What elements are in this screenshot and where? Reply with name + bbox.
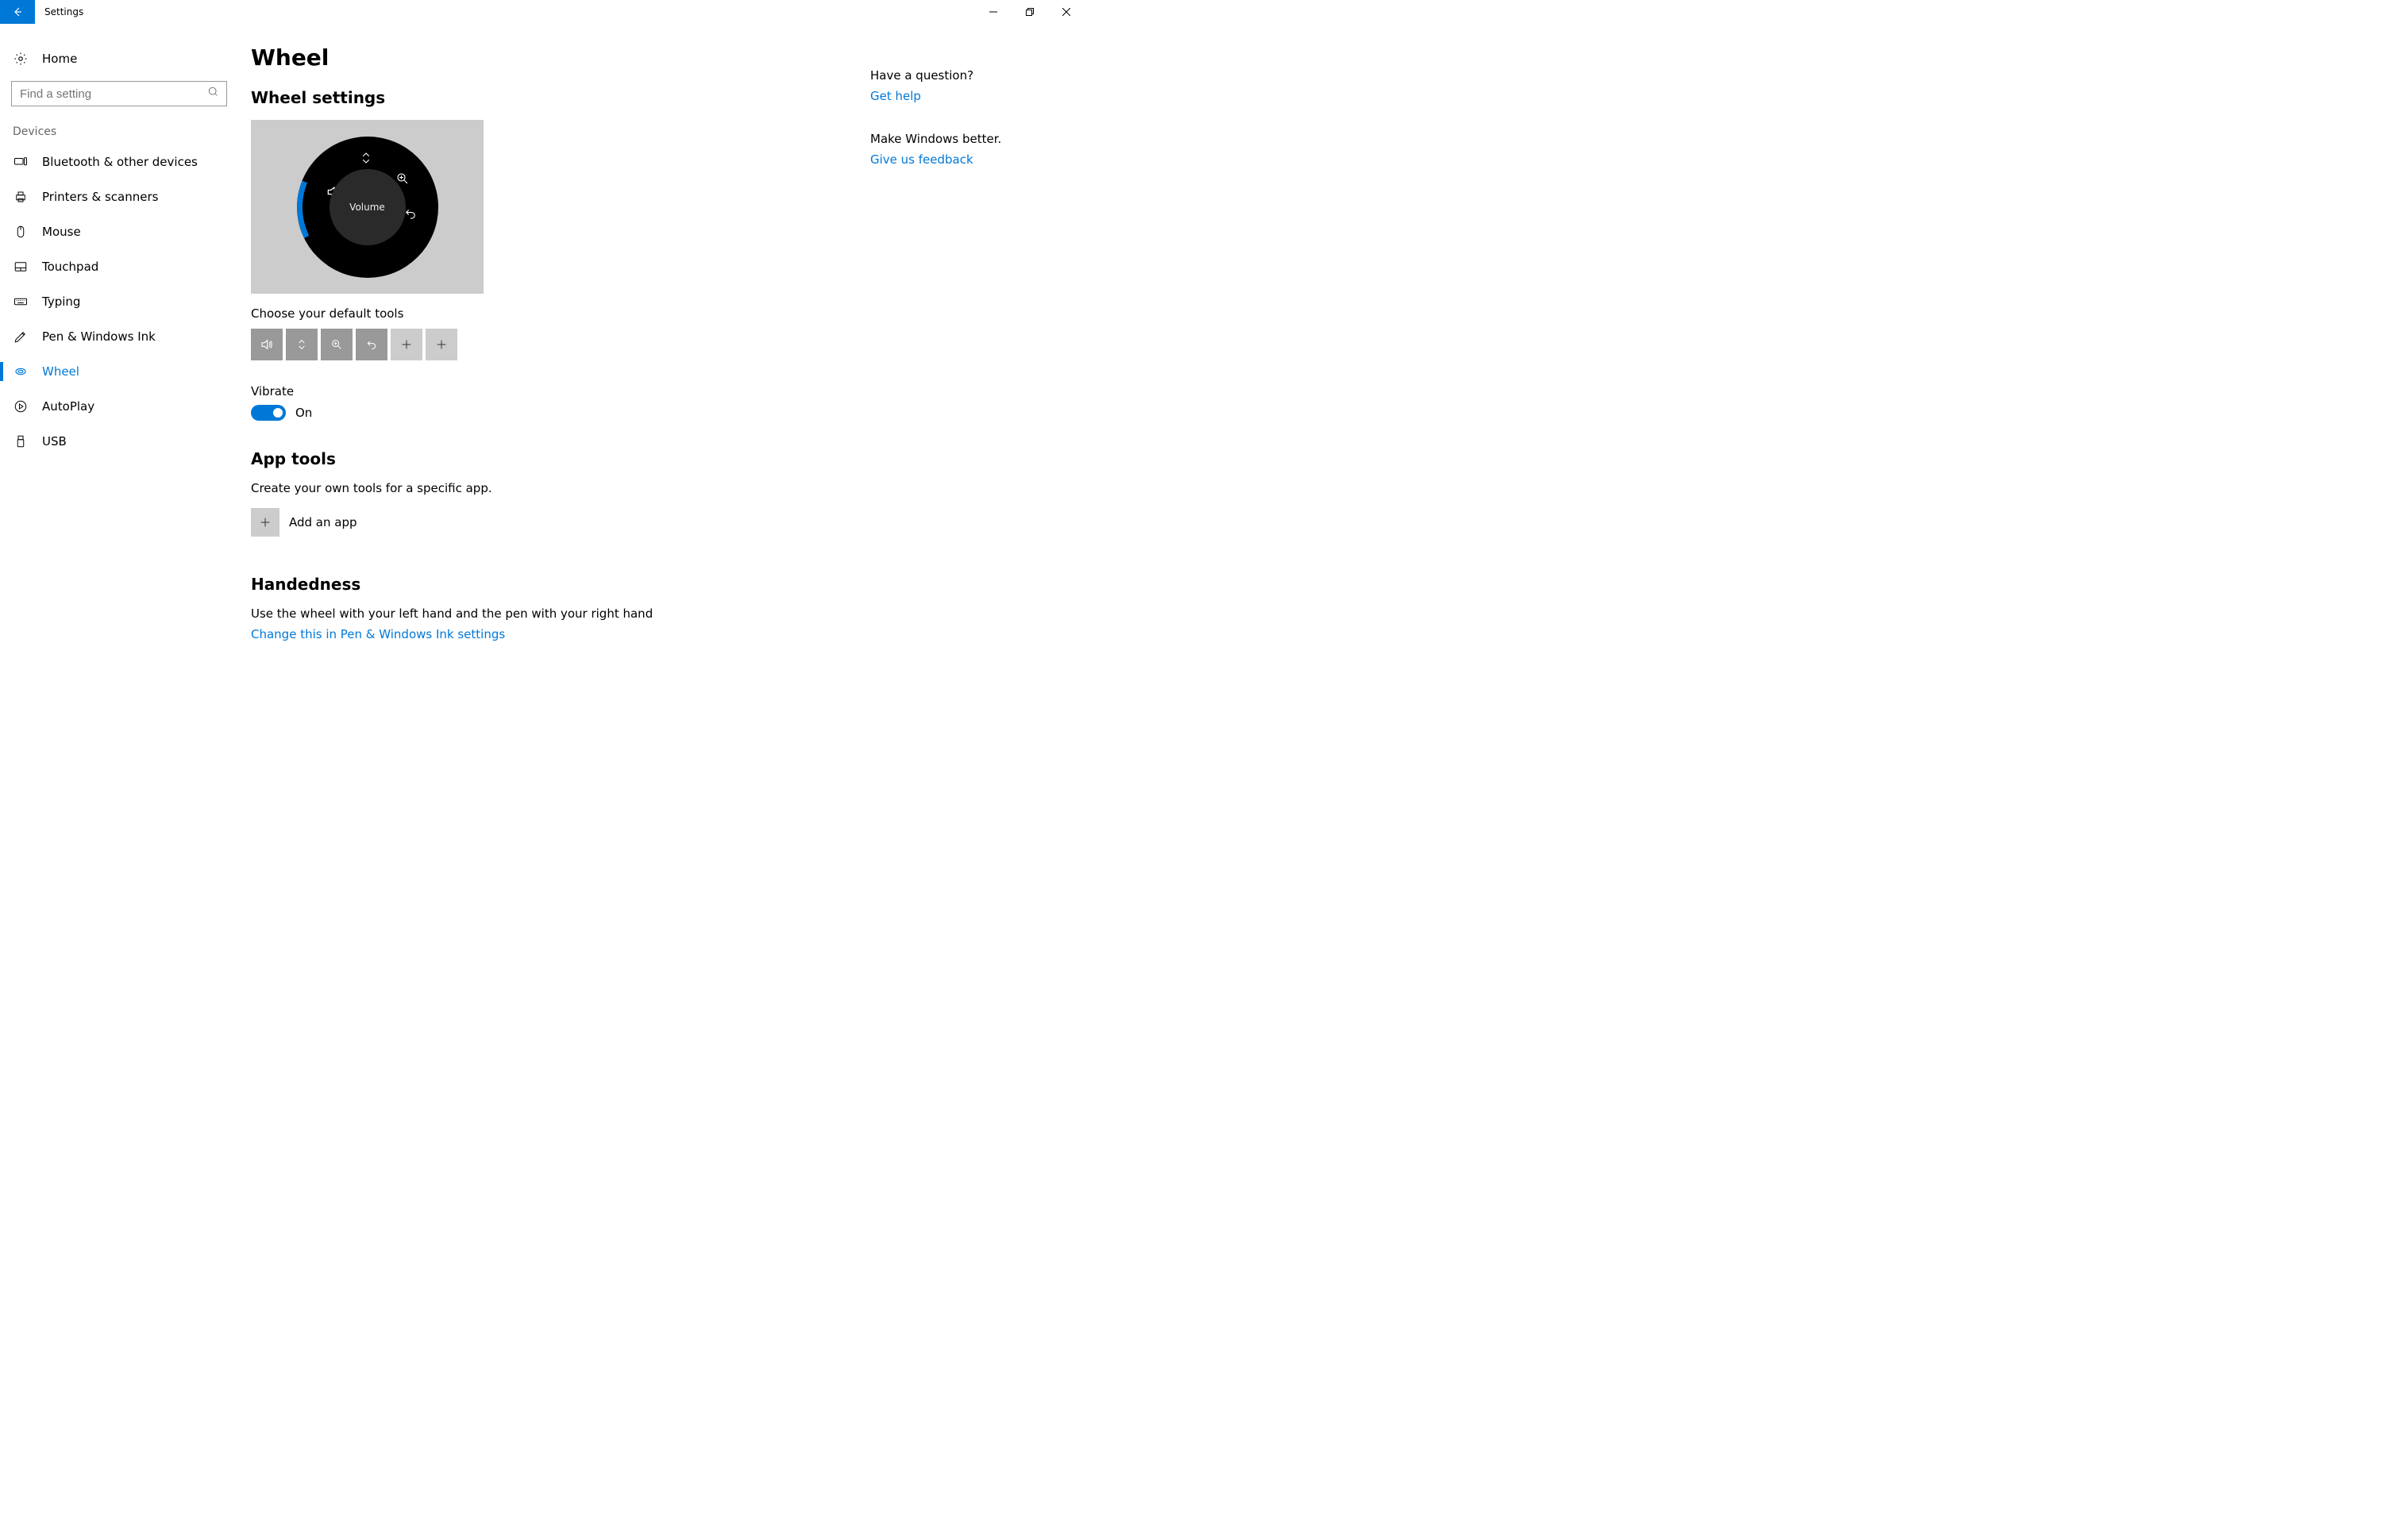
tool-add-button-2[interactable] xyxy=(426,329,457,360)
wheel-preview: Volume xyxy=(251,120,484,294)
search-input[interactable] xyxy=(11,81,227,106)
pen-icon xyxy=(13,329,29,344)
keyboard-icon xyxy=(13,295,29,309)
undo-icon xyxy=(365,338,378,351)
tool-volume-button[interactable] xyxy=(251,329,283,360)
app-tools-description: Create your own tools for a specific app… xyxy=(251,481,653,495)
maximize-button[interactable] xyxy=(1012,0,1048,24)
plus-icon xyxy=(400,338,413,351)
vibrate-label: Vibrate xyxy=(251,384,653,398)
sidebar-home-label: Home xyxy=(42,52,77,66)
content: Wheel Wheel settings xyxy=(251,40,653,702)
sidebar: Home Devices Bluetooth & other devices xyxy=(0,24,238,702)
choose-tools-label: Choose your default tools xyxy=(251,306,653,321)
autoplay-icon xyxy=(13,399,29,414)
minimize-icon xyxy=(989,8,997,16)
radial-menu: Volume xyxy=(297,137,438,278)
usb-icon xyxy=(13,434,29,449)
sidebar-item-mouse[interactable]: Mouse xyxy=(0,214,238,249)
feedback-link[interactable]: Give us feedback xyxy=(870,152,1053,167)
maximize-icon xyxy=(1026,8,1034,16)
sidebar-home[interactable]: Home xyxy=(0,41,238,76)
plus-icon xyxy=(259,516,272,529)
minimize-button[interactable] xyxy=(975,0,1012,24)
mouse-icon xyxy=(13,225,29,239)
volume-icon xyxy=(260,337,274,352)
sidebar-item-label: AutoPlay xyxy=(42,399,94,414)
sidebar-item-label: USB xyxy=(42,434,67,449)
sidebar-item-touchpad[interactable]: Touchpad xyxy=(0,249,238,284)
radial-center-label: Volume xyxy=(330,169,406,245)
zoom-icon xyxy=(330,338,343,351)
wheel-settings-heading: Wheel settings xyxy=(251,88,653,107)
titlebar: Settings xyxy=(0,0,1085,24)
arrow-left-icon xyxy=(11,6,24,18)
wheel-icon xyxy=(13,364,29,379)
sidebar-item-bluetooth[interactable]: Bluetooth & other devices xyxy=(0,144,238,179)
printer-icon xyxy=(13,190,29,204)
handedness-heading: Handedness xyxy=(251,575,653,594)
sidebar-item-label: Typing xyxy=(42,295,80,309)
sidebar-category: Devices xyxy=(0,125,238,144)
tool-scroll-button[interactable] xyxy=(286,329,318,360)
page-title: Wheel xyxy=(251,44,653,71)
tool-undo-button[interactable] xyxy=(356,329,387,360)
sidebar-item-printers[interactable]: Printers & scanners xyxy=(0,179,238,214)
handedness-description: Use the wheel with your left hand and th… xyxy=(251,606,653,621)
tool-add-button-1[interactable] xyxy=(391,329,422,360)
scroll-icon xyxy=(295,338,308,351)
aside: Have a question? Get help Make Windows b… xyxy=(870,40,1053,702)
close-icon xyxy=(1062,8,1070,16)
question-heading: Have a question? xyxy=(870,68,1053,83)
tool-buttons xyxy=(251,329,653,360)
tool-zoom-button[interactable] xyxy=(321,329,353,360)
sidebar-item-usb[interactable]: USB xyxy=(0,424,238,459)
devices-icon xyxy=(13,155,29,169)
sidebar-item-label: Pen & Windows Ink xyxy=(42,329,156,344)
add-app-button[interactable] xyxy=(251,508,279,537)
close-button[interactable] xyxy=(1048,0,1085,24)
add-app-row[interactable]: Add an app xyxy=(251,508,653,537)
sidebar-item-label: Printers & scanners xyxy=(42,190,158,204)
plus-icon xyxy=(435,338,448,351)
handedness-link[interactable]: Change this in Pen & Windows Ink setting… xyxy=(251,627,653,641)
app-tools-heading: App tools xyxy=(251,449,653,468)
scroll-icon xyxy=(359,151,373,168)
sidebar-item-label: Mouse xyxy=(42,225,81,239)
sidebar-item-label: Bluetooth & other devices xyxy=(42,155,198,169)
search-box xyxy=(11,81,227,106)
touchpad-icon xyxy=(13,260,29,274)
back-button[interactable] xyxy=(0,0,35,24)
sidebar-item-label: Touchpad xyxy=(42,260,98,274)
vibrate-toggle[interactable] xyxy=(251,405,286,421)
sidebar-item-typing[interactable]: Typing xyxy=(0,284,238,319)
sidebar-item-pen[interactable]: Pen & Windows Ink xyxy=(0,319,238,354)
home-icon xyxy=(13,52,29,66)
search-icon xyxy=(208,87,219,101)
add-app-label: Add an app xyxy=(289,515,357,529)
sidebar-item-wheel[interactable]: Wheel xyxy=(0,354,238,389)
window-controls xyxy=(975,0,1085,24)
vibrate-state: On xyxy=(295,406,312,420)
sidebar-item-autoplay[interactable]: AutoPlay xyxy=(0,389,238,424)
feedback-heading: Make Windows better. xyxy=(870,132,1053,146)
get-help-link[interactable]: Get help xyxy=(870,89,1053,103)
sidebar-item-label: Wheel xyxy=(42,364,79,379)
window-title: Settings xyxy=(44,6,83,17)
